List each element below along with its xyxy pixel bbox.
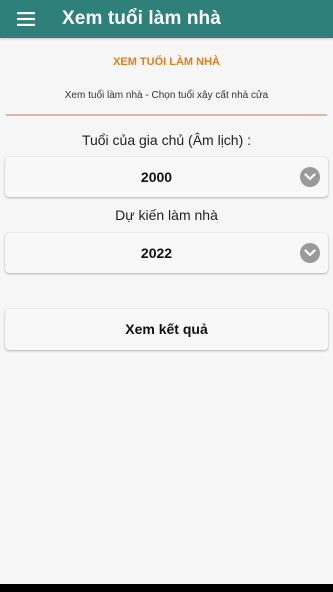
owner-age-select[interactable]: 2000	[5, 157, 328, 197]
app-title: Xem tuổi làm nhà	[62, 8, 221, 29]
system-navigation-bar	[0, 584, 333, 592]
chevron-down-icon	[300, 243, 320, 263]
section-title: XEM TUỔI LÀM NHÀ	[113, 56, 220, 68]
build-year-value: 2022	[140, 245, 173, 261]
chevron-down-icon	[300, 167, 320, 187]
menu-button[interactable]	[4, 0, 48, 38]
build-year-select[interactable]: 2022	[5, 233, 328, 273]
subtitle: Xem tuổi làm nhà - Chọn tuổi xây cất nhà…	[64, 90, 269, 101]
divider	[6, 114, 327, 116]
owner-age-label: Tuổi của gia chủ (Âm lịch) :	[81, 132, 252, 148]
app-bar: Xem tuổi làm nhà	[0, 0, 333, 38]
view-result-button[interactable]: Xem kết quả	[5, 309, 328, 350]
owner-age-value: 2000	[140, 169, 173, 185]
build-year-label: Dự kiến làm nhà	[115, 207, 218, 223]
hamburger-menu-icon	[17, 12, 35, 26]
